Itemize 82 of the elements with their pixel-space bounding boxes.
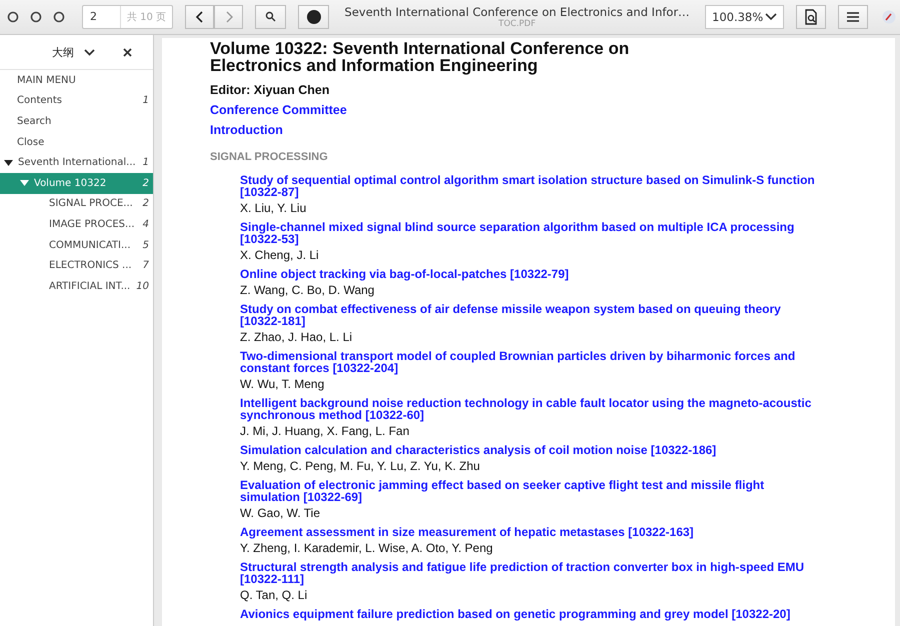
page-number: 1 (142, 95, 149, 106)
outline-item[interactable]: Contents 1 (0, 90, 153, 112)
page-number: 2 (142, 198, 149, 210)
outline-label: Close (17, 136, 46, 148)
document-search-icon (804, 9, 818, 25)
outline-item[interactable]: MAIN MENU (0, 70, 153, 91)
outline-label: Contents (17, 95, 63, 106)
search-button[interactable] (255, 5, 286, 29)
close-icon[interactable] (123, 48, 132, 56)
paper-title-link[interactable]: Avionics equipment failure prediction based on genetic programming and grey model [10322-20] (240, 608, 820, 620)
paper-title-link[interactable]: Structural strength analysis and fatigue life prediction of traction converter box in high-speed EMU [10322-111] (240, 561, 820, 585)
page-number: 5 (142, 240, 149, 251)
filled-circle-icon (306, 9, 322, 25)
outline-label: Volume 10322 (34, 178, 108, 189)
paper-title-link[interactable]: Single-channel mixed signal blind source separation algorithm based on multiple ICA processing [10322-53] (240, 221, 820, 245)
paper-authors: W. Gao, W. Tie (240, 506, 322, 520)
chevron-right-icon (224, 11, 234, 23)
outline-item[interactable]: COMMUNICATI... 5 (0, 234, 153, 256)
menu-button[interactable] (838, 5, 868, 29)
zoom-dropdown[interactable]: 100.38% (705, 5, 784, 29)
file-name: TOC.PDF (498, 19, 536, 29)
paper-authors: Y. Zheng, I. Karademir, L. Wise, A. Oto, Y. Peng (240, 541, 494, 555)
paper-title-link[interactable]: Two-dimensional transport model of coupled Brownian particles driven by biharmonic forces and constant forces [10322-204] (240, 350, 820, 374)
close-window-icon[interactable] (7, 11, 19, 23)
paper-title-link[interactable]: Intelligent background noise reduction technology in cable fault locator using the magneto-acoustic synchronous method [10322-60] (240, 397, 820, 421)
paper-authors: W. Wu, T. Meng (240, 377, 326, 391)
outline-label: IMAGE PROCES... (49, 218, 136, 230)
paper-title-link[interactable]: Study on combat effectiveness of air defense missile weapon system based on queuing theory [10322-181] (240, 303, 820, 327)
outline-item[interactable]: SIGNAL PROCE... 2 (0, 194, 153, 214)
document-title: Seventh International Conference on Electronics and Infor… (344, 5, 690, 19)
paper-authors: J. Mi, J. Huang, X. Fang, L. Fan (240, 424, 410, 438)
paper-title-link[interactable]: Agreement assessment in size measurement of hepatic metastases [10322-163] (240, 526, 820, 538)
triangle-icon[interactable] (4, 160, 13, 166)
outline-label: MAIN MENU (17, 74, 77, 86)
paper-authors: Z. Wang, C. Bo, D. Wang (240, 283, 376, 297)
outline-item[interactable]: Close (0, 132, 153, 152)
page-number: 4 (142, 218, 149, 230)
outline-item[interactable]: Volume 10322 2 (0, 172, 153, 194)
pen-icon[interactable] (882, 10, 896, 24)
previous-page-button[interactable] (185, 5, 214, 29)
search-icon (264, 11, 277, 23)
document-link[interactable]: Introduction (210, 123, 855, 137)
page-number: 10 (136, 280, 149, 292)
page-field[interactable]: 2 共 10 页 (82, 5, 174, 29)
chevron-left-icon (194, 11, 205, 23)
paper-authors: Q. Tan, Q. Li (240, 588, 308, 602)
paper-title-link[interactable]: Online object tracking via bag-of-local-patches [10322-79] (240, 268, 820, 280)
page-view-button[interactable] (796, 5, 826, 29)
page-total: 共 10 页 (126, 10, 168, 24)
paper-title-link[interactable]: Simulation calculation and characteristics analysis of coil motion noise [10322-186] (240, 444, 820, 456)
outline-item[interactable]: Seventh International... 1 (0, 152, 153, 173)
volume-heading: Volume 10322: Seventh International Conference on Electronics and Information Engineering (210, 40, 630, 74)
minimize-window-icon[interactable] (30, 11, 42, 23)
outline-label: ARTIFICIAL INT... (49, 280, 132, 292)
record-button[interactable] (298, 5, 330, 29)
paper-authors: Y. Meng, C. Peng, M. Fu, Y. Lu, Z. Yu, K. Zhu (240, 459, 481, 473)
outline-label: COMMUNICATI... (49, 240, 132, 251)
outline-title[interactable]: 大纲 (52, 44, 74, 60)
menu-icon (847, 12, 859, 22)
paper-authors: X. Cheng, J. Li (240, 248, 320, 262)
outline-label: Search (17, 116, 52, 127)
paper-authors: X. Liu, Y. Liu (240, 201, 308, 215)
maximize-window-icon[interactable] (53, 11, 65, 23)
paper-title-link[interactable]: Evaluation of electronic jamming effect based on seeker captive flight test and missile flight simulation [10322-69] (240, 479, 820, 503)
page-number: 2 (83, 6, 121, 28)
chevron-down-icon (765, 13, 777, 21)
section-heading: SIGNAL PROCESSING (210, 151, 329, 163)
outline-label: Seventh International... (18, 157, 137, 168)
page-number: 2 (142, 178, 149, 189)
outline-label: SIGNAL PROCE... (49, 198, 134, 210)
page-number: 1 (142, 157, 149, 168)
paper-title-link[interactable]: Study of sequential optimal control algorithm smart isolation structure based on Simulink-S function [10322-87] (240, 174, 820, 198)
outline-item[interactable]: ELECTRONICS ... 7 (0, 255, 153, 276)
chevron-down-icon[interactable] (84, 48, 95, 56)
outline-item[interactable]: Search (0, 111, 153, 132)
document-link[interactable]: Conference Committee (210, 103, 855, 117)
outline-item[interactable]: IMAGE PROCES... 4 (0, 214, 153, 235)
editor-line: Editor: Xiyuan Chen (210, 83, 330, 97)
outline-item[interactable]: ARTIFICIAL INT... 10 (0, 276, 153, 297)
page-number: 7 (142, 260, 149, 272)
paper-authors: Z. Zhao, J. Hao, L. Li (240, 330, 354, 344)
outline-label: ELECTRONICS ... (49, 260, 133, 272)
